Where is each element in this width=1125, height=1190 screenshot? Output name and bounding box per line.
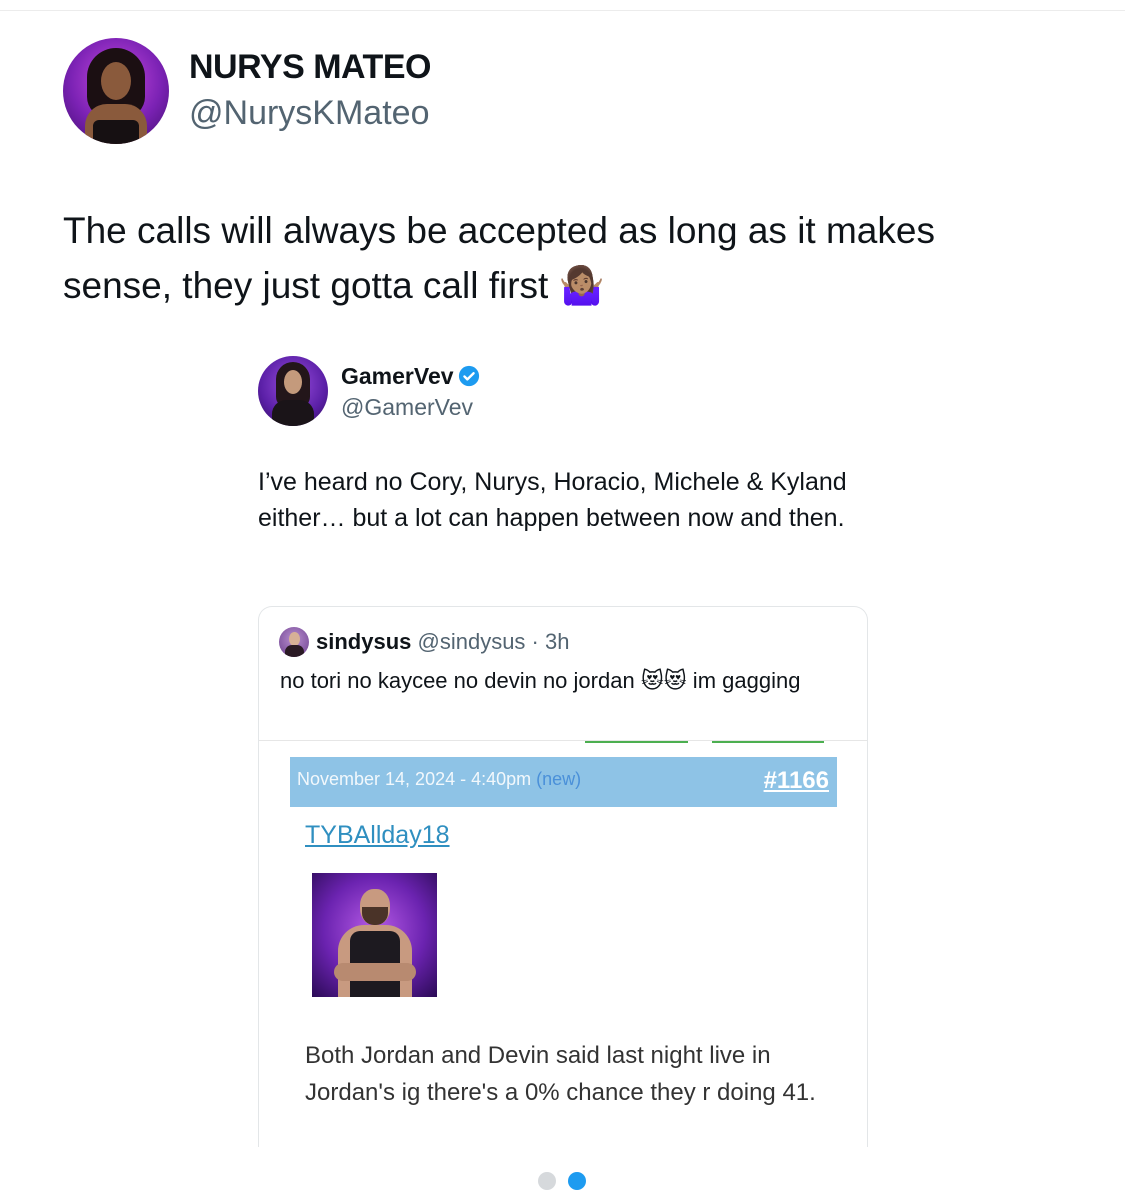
carousel-dot-2-active[interactable]	[568, 1172, 586, 1190]
green-tab-indicator	[712, 741, 824, 743]
nested-header: sindysus @sindysus · 3h	[316, 629, 569, 655]
nested-time: 3h	[545, 629, 570, 654]
verified-badge-icon	[458, 365, 479, 387]
nested-author-handle[interactable]: @sindysus	[418, 629, 526, 654]
forum-user-photo	[312, 873, 437, 997]
nested-text: no tori no kaycee no devin no jordan 😻😻 …	[280, 665, 840, 697]
nested-text-after: im gagging	[686, 668, 801, 693]
top-divider	[0, 10, 1125, 11]
quoted-author-name[interactable]: GamerVev	[341, 363, 480, 390]
forum-post-date-text: November 14, 2024 - 4:40pm	[297, 769, 537, 789]
forum-post-date: November 14, 2024 - 4:40pm (new)	[297, 769, 581, 790]
author-handle[interactable]: @NurysKMateo	[189, 94, 429, 133]
quoted-author-name-text: GamerVev	[341, 363, 454, 389]
quoted-avatar[interactable]	[258, 356, 328, 426]
forum-post-number-link[interactable]: #1166	[764, 767, 829, 795]
forum-post-body: Both Jordan and Devin said last night li…	[305, 1042, 816, 1106]
quoted-author-handle[interactable]: @GamerVev	[341, 394, 473, 421]
nested-avatar[interactable]	[279, 627, 309, 657]
avatar[interactable]	[63, 38, 169, 144]
post-text-body: The calls will always be accepted as lon…	[63, 210, 935, 306]
nested-screenshot-card[interactable]: sindysus @sindysus · 3h no tori no kayce…	[258, 606, 868, 1147]
forum-post-header: November 14, 2024 - 4:40pm (new) #1166	[290, 757, 837, 807]
heart-eyes-cat-emoji-icon: 😻😻	[640, 668, 687, 693]
nested-separator: ·	[525, 629, 545, 654]
nested-author-name[interactable]: sindysus	[316, 629, 411, 654]
nested-text-before: no tori no kaycee no devin no jordan	[280, 668, 641, 693]
quoted-text: I’ve heard no Cory, Nurys, Horacio, Mich…	[258, 468, 847, 532]
shrug-emoji-icon: 🤷🏽‍♀️	[558, 265, 605, 306]
carousel-dot-1[interactable]	[538, 1172, 556, 1190]
post-text: The calls will always be accepted as lon…	[63, 203, 963, 313]
forum-username-link[interactable]: TYBAllday18	[305, 821, 450, 850]
forum-new-label: (new)	[536, 769, 582, 789]
green-tab-indicator	[585, 741, 688, 743]
author-name[interactable]: NURYS MATEO	[189, 48, 431, 87]
